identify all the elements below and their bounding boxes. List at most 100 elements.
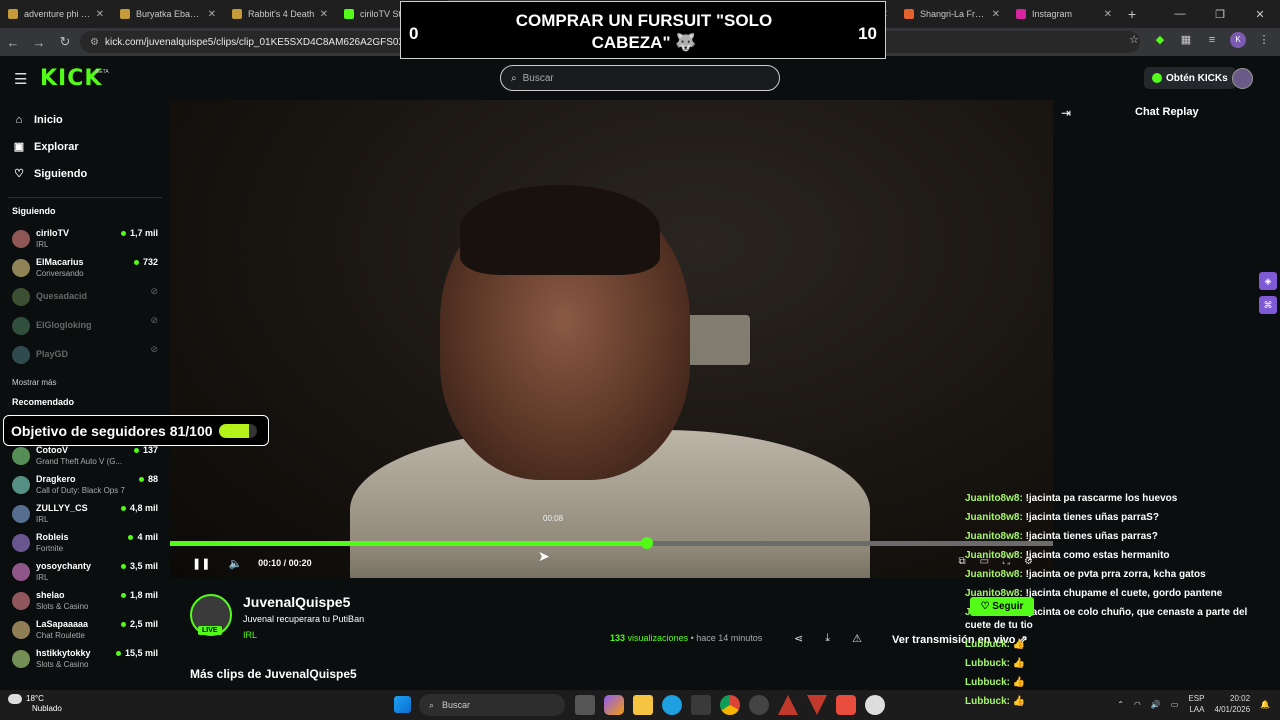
edge-icon[interactable] xyxy=(662,695,682,715)
chat-username[interactable]: Juanito8w8: xyxy=(965,531,1023,542)
seek-bar[interactable] xyxy=(170,541,1053,546)
channel-item[interactable]: yosoychanty IRL 3,5 mil xyxy=(0,557,170,586)
copilot-icon[interactable] xyxy=(604,695,624,715)
clip-category[interactable]: IRL xyxy=(243,630,257,640)
tab-close-icon[interactable]: ✕ xyxy=(96,9,104,20)
forward-icon[interactable]: → xyxy=(26,35,52,50)
channel-avatar xyxy=(12,447,30,465)
chat-username[interactable]: Lubbuck: xyxy=(965,677,1010,688)
share-icon[interactable]: ⋖ xyxy=(794,632,803,645)
restore-icon[interactable]: ❐ xyxy=(1200,8,1240,21)
channel-item[interactable]: ciriloTV IRL 1,7 mil xyxy=(0,224,170,253)
window-controls: — ❐ ✕ xyxy=(1160,0,1280,28)
search-input[interactable]: ⌕ Buscar xyxy=(500,65,780,91)
user-avatar[interactable] xyxy=(1232,68,1253,89)
browser-menu-icon[interactable]: ⋮ xyxy=(1256,32,1272,48)
site-header: ☰ KICK BETA ⌕ Buscar Obtén KICKs xyxy=(0,56,1280,100)
channel-item[interactable]: PlayGD ⊘ xyxy=(0,340,170,369)
chat-username[interactable]: Juanito8w8: xyxy=(965,493,1023,504)
cloud-icon xyxy=(8,694,22,704)
channel-category: Slots & Casino xyxy=(36,660,89,669)
browser-tab[interactable]: Rabbit's 4 Death ✕ xyxy=(224,0,336,28)
channel-category: IRL xyxy=(36,515,49,524)
channel-item[interactable]: hstikkytokky Slots & Casino 15,5 mil xyxy=(0,644,170,673)
tab-favicon-icon xyxy=(1016,9,1026,19)
report-icon[interactable]: ⚠ xyxy=(852,632,862,645)
channel-item[interactable]: ElMacarius Conversando 732 xyxy=(0,253,170,282)
sidebar-item-explorar[interactable]: ▣ Explorar xyxy=(0,133,170,160)
show-more-link[interactable]: Mostrar más xyxy=(0,373,170,393)
video-player[interactable]: 00:08 ❚❚ 🔈 00:10 / 00:20 ⧉ ▭ ⛶ ⚙ ➤ xyxy=(170,100,1053,578)
score-left: 0 xyxy=(409,24,419,43)
browser-tab[interactable]: Buryatka Ebanaya ✕ xyxy=(112,0,224,28)
video-person-hair xyxy=(460,185,660,275)
tab-close-icon[interactable]: ✕ xyxy=(992,9,1000,20)
tab-close-icon[interactable]: ✕ xyxy=(208,9,216,20)
collapse-chat-icon[interactable]: ⇥ xyxy=(1061,106,1071,120)
windows-start-icon[interactable] xyxy=(394,696,411,713)
chat-username[interactable]: Juanito8w8: xyxy=(965,512,1023,523)
download-icon[interactable]: ⤓ xyxy=(825,632,830,645)
chrome-icon[interactable] xyxy=(720,695,740,715)
pause-icon[interactable]: ❚❚ xyxy=(192,557,210,570)
chat-message: Juanito8w8: !jacinta oe pvta prra zorra,… xyxy=(965,568,1265,581)
store-icon[interactable] xyxy=(691,695,711,715)
new-tab-button[interactable]: + xyxy=(1120,6,1144,22)
weather-widget[interactable]: 18°C Nublado xyxy=(8,694,62,714)
browser-tab[interactable]: Shangri-La Fronti ✕ xyxy=(896,0,1008,28)
chat-message: Lubbuck: 👍 xyxy=(965,676,1265,689)
channel-item[interactable]: LaSapaaaaa Chat Roulette 2,5 mil xyxy=(0,615,170,644)
app-icon-1[interactable] xyxy=(749,695,769,715)
app-icon-5[interactable] xyxy=(865,695,885,715)
channel-item[interactable]: ElGlogloking ⊘ xyxy=(0,311,170,340)
site-info-icon[interactable]: ⚙ xyxy=(90,37,99,48)
seek-handle[interactable] xyxy=(640,537,653,549)
file-explorer-icon[interactable] xyxy=(633,695,653,715)
clip-title: Juvenal recuperara tu PutiBan xyxy=(243,614,365,624)
bookmark-star-icon[interactable]: ☆ xyxy=(1126,32,1142,48)
live-badge: LIVE xyxy=(198,626,222,635)
browser-tab[interactable]: adventure phi at I ✕ xyxy=(0,0,112,28)
search-icon: ⌕ xyxy=(511,72,517,84)
follow-button[interactable]: ♡ Seguir xyxy=(970,597,1034,616)
extension-icon[interactable]: ◆ xyxy=(1152,32,1168,48)
app-icon-2[interactable] xyxy=(778,695,798,715)
app-icon-4[interactable] xyxy=(836,695,856,715)
task-view-icon[interactable] xyxy=(575,695,595,715)
channel-avatar xyxy=(12,534,30,552)
media-icon[interactable]: ≡ xyxy=(1204,32,1220,48)
sidebar-item-siguiendo[interactable]: ♡ Siguiendo xyxy=(0,160,170,187)
kick-logo[interactable]: KICK xyxy=(40,66,102,91)
chat-username[interactable]: Juanito8w8: xyxy=(965,569,1023,580)
chat-username[interactable]: Lubbuck: xyxy=(965,658,1010,669)
sidebar-item-inicio[interactable]: ⌂ Inicio xyxy=(0,106,170,133)
get-kicks-button[interactable]: Obtén KICKs xyxy=(1144,67,1236,89)
extension-chat-icon[interactable]: ◈ xyxy=(1259,272,1277,290)
channel-avatar xyxy=(12,317,30,335)
back-icon[interactable]: ← xyxy=(0,35,26,50)
channel-item[interactable]: Dragkero Call of Duty: Black Ops 7 88 xyxy=(0,470,170,499)
menu-icon[interactable]: ☰ xyxy=(14,70,27,88)
reload-icon[interactable]: ↻ xyxy=(52,34,78,50)
chat-username[interactable]: Lubbuck: xyxy=(965,639,1010,650)
minimize-icon[interactable]: — xyxy=(1160,8,1200,20)
volume-icon[interactable]: 🔈 xyxy=(228,557,242,570)
channel-item[interactable]: Quesadacid ⊘ xyxy=(0,282,170,311)
channel-name[interactable]: JuvenalQuispe5 xyxy=(243,594,350,610)
channel-item[interactable]: Robleis Fortnite 4 mil xyxy=(0,528,170,557)
tab-close-icon[interactable]: ✕ xyxy=(1104,9,1112,20)
extension-translate-icon[interactable]: ⌘ xyxy=(1259,296,1277,314)
tab-close-icon[interactable]: ✕ xyxy=(320,9,328,20)
weather-temp: 18°C xyxy=(26,694,44,704)
extensions-puzzle-icon[interactable]: ▦ xyxy=(1178,32,1194,48)
close-window-icon[interactable]: ✕ xyxy=(1240,8,1280,21)
taskbar-search[interactable]: ⌕ Buscar xyxy=(419,694,565,716)
chat-username[interactable]: Lubbuck: xyxy=(965,696,1010,707)
tab-title: Rabbit's 4 Death xyxy=(248,9,315,19)
channel-item[interactable]: ZULLYY_CS IRL 4,8 mil xyxy=(0,499,170,528)
browser-tab[interactable]: Instagram ✕ xyxy=(1008,0,1120,28)
channel-item[interactable]: shelao Slots & Casino 1,8 mil xyxy=(0,586,170,615)
app-icon-3[interactable] xyxy=(807,695,827,715)
chat-username[interactable]: Juanito8w8: xyxy=(965,550,1023,561)
profile-avatar[interactable]: K xyxy=(1230,32,1246,48)
